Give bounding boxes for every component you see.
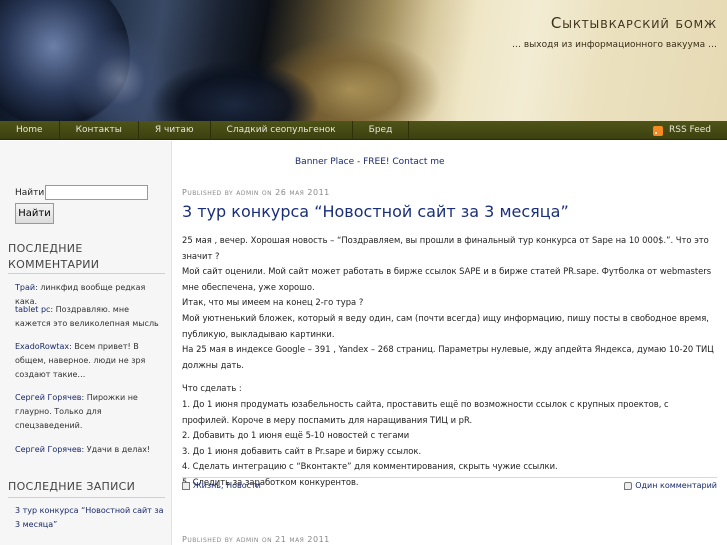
nav-home[interactable]: Home xyxy=(0,120,60,140)
post-categories: Жизнь, Новости xyxy=(182,481,261,490)
post-paragraph: Итак, что мы имеем на конец 2-го тура ? xyxy=(182,297,364,308)
comment-author[interactable]: Трай xyxy=(15,283,35,292)
banner-link[interactable]: Banner Place - FREE! Contact me xyxy=(295,157,445,167)
folder-icon xyxy=(182,481,190,490)
recent-posts-heading: Последние записи xyxy=(8,480,136,493)
comment-item: Сергей Горячев: Удачи в делах! xyxy=(15,443,167,457)
todo-title: Что сделать : xyxy=(182,383,242,394)
recent-post-link[interactable]: 3 тур конкурса “Новостной сайт за 3 меся… xyxy=(15,504,167,532)
search-label: Найти: xyxy=(15,188,48,198)
post-body: 25 мая , вечер. Хорошая новость – “Поздр… xyxy=(182,233,717,491)
post-title[interactable]: 3 тур конкурса “Новостной сайт за 3 меся… xyxy=(182,202,569,221)
search-input[interactable] xyxy=(45,185,148,200)
todo-item: 1. До 1 июня продумать юзабельность сайт… xyxy=(182,398,669,425)
comment-author[interactable]: Сергей Горячев xyxy=(15,393,81,402)
rss-label: RSS Feed xyxy=(668,125,711,135)
comments-link[interactable]: Один комментарий xyxy=(635,481,717,490)
post-paragraph: Мой уютненький бложек, который я веду од… xyxy=(182,312,709,339)
site-description: … выходя из информационного вакуума … xyxy=(512,40,717,50)
comment-author[interactable]: ExadoRowtax xyxy=(15,342,69,351)
post-paragraph: 25 мая , вечер. Хорошая новость – “Поздр… xyxy=(182,235,709,261)
nav-reading[interactable]: Я читаю xyxy=(139,120,211,140)
nav-seo[interactable]: Сладкий сеопульгенок xyxy=(211,120,353,140)
rss-icon xyxy=(652,125,663,136)
site-title[interactable]: Сыктывкарский бомж xyxy=(551,14,717,32)
comment-icon xyxy=(624,481,633,490)
nav-contacts[interactable]: Контакты xyxy=(60,120,139,140)
search-button[interactable]: Найти xyxy=(15,203,54,224)
main-nav: Home Контакты Я читаю Сладкий сеопульген… xyxy=(0,120,727,140)
recent-comments-heading: Последние комментарии xyxy=(8,242,100,271)
comment-author[interactable]: Сергей Горячев xyxy=(15,445,81,454)
comment-item: tablet pc: Поздравляю. мне кажется это в… xyxy=(15,303,167,331)
divider xyxy=(8,497,165,498)
comment-author[interactable]: tablet pc xyxy=(15,305,50,314)
post-paragraph: На 25 мая в индексе Google – 391 , Yande… xyxy=(182,344,714,370)
comment-text[interactable]: : Удачи в делах! xyxy=(81,445,150,454)
post-footer: Жизнь, Новости Один комментарий xyxy=(182,477,717,493)
comment-item: ExadoRowtax: Всем привет! В общем, навер… xyxy=(15,340,167,382)
categories-link[interactable]: Жизнь, Новости xyxy=(193,481,261,490)
divider xyxy=(8,273,165,274)
todo-item: 4. Сделать интеграцию с “Вконтакте” для … xyxy=(182,461,558,472)
nav-nonsense[interactable]: Бред xyxy=(353,120,410,140)
comment-item: Сергей Горячев: Пирожки не глаурно. Толь… xyxy=(15,391,167,433)
todo-item: 3. До 1 июня добавить сайт в Pr.sape и б… xyxy=(182,445,422,456)
post-meta: Published by admin on 26 мая 2011 xyxy=(182,188,330,197)
post-paragraph: Мой сайт оценили. Мой сайт может работат… xyxy=(182,266,712,292)
todo-item: 2. Добавить до 1 июня ещё 5-10 новостей … xyxy=(182,430,410,441)
site-header: Сыктывкарский бомж … выходя из информаци… xyxy=(0,0,727,121)
next-post-meta: Published by admin on 21 мая 2011 xyxy=(182,535,330,544)
post-comments: Один комментарий xyxy=(624,481,717,490)
rss-feed-link[interactable]: RSS Feed xyxy=(652,121,711,140)
